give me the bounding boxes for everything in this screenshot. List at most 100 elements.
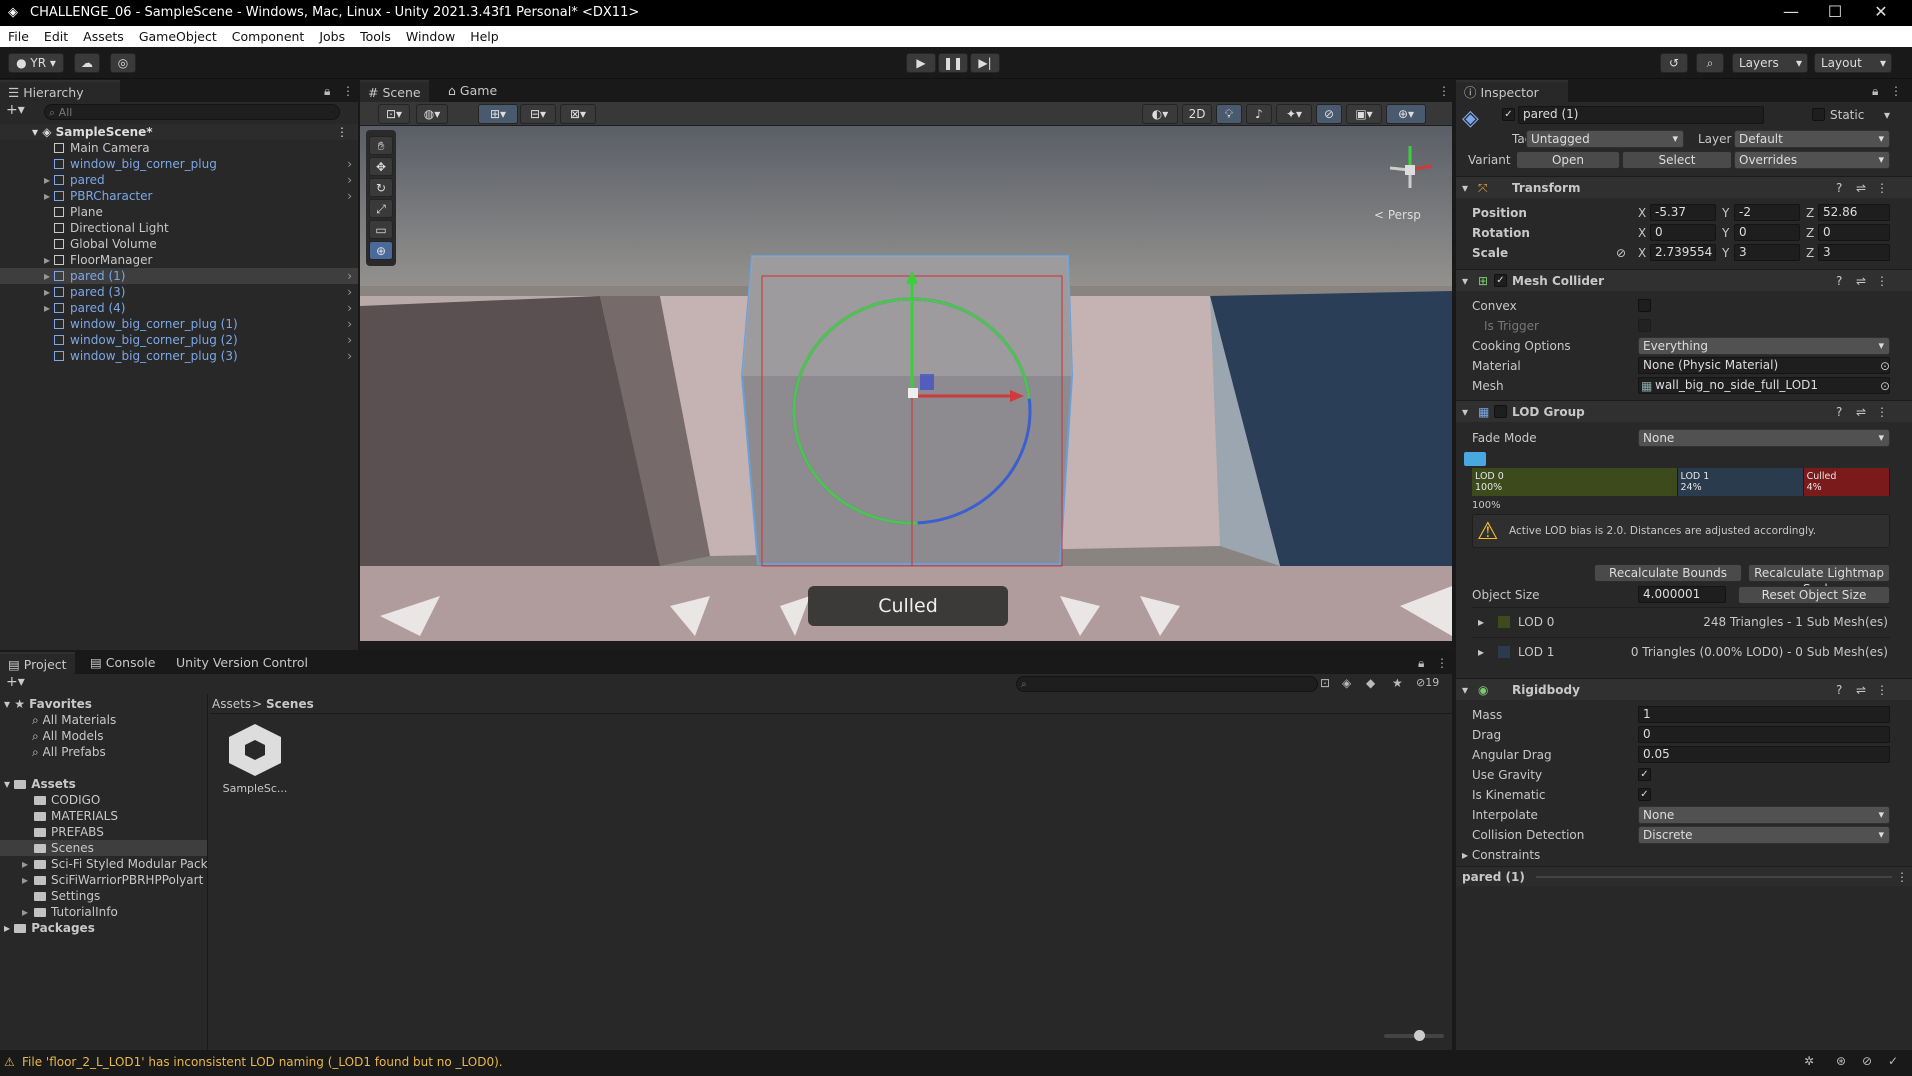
preset-icon[interactable]: ⇌ [1856,404,1866,420]
recalculate-lightmap-button[interactable]: Recalculate Lightmap Scale [1748,564,1890,596]
transform-tool-icon[interactable]: ⊕ [369,241,393,260]
kebab-menu-icon[interactable]: ⋮ [1890,84,1902,98]
convex-checkbox[interactable] [1638,299,1651,312]
help-icon[interactable]: ? [1836,404,1842,420]
position-x-field[interactable]: -5.37 [1650,204,1716,221]
link-icon[interactable]: ⊘ [1616,245,1626,261]
favorite-item[interactable]: ⌕ All Models [0,728,207,744]
hierarchy-item[interactable]: window_big_corner_plug (2) › [0,332,358,348]
hierarchy-item[interactable]: ▸ pared (1) › [0,268,358,284]
network-icon[interactable]: ⊘ [1862,1054,1872,1068]
recalculate-bounds-button[interactable]: Recalculate Bounds [1594,564,1742,582]
asset-folder[interactable]: MATERIALS [0,808,207,824]
lock-icon[interactable]: 🔒︎ [1418,656,1424,671]
component-menu-icon[interactable]: ⋮ [1876,180,1888,196]
hierarchy-item[interactable]: ▸ pared › [0,172,358,188]
scale-y-field[interactable]: 3 [1734,244,1800,261]
position-y-field[interactable]: -2 [1734,204,1800,221]
menu-file[interactable]: File [0,26,36,44]
help-icon[interactable]: ? [1836,180,1842,196]
asset-folder[interactable]: ▸ SciFiWarriorPBRHPPolyart [0,872,207,888]
hierarchy-item[interactable]: window_big_corner_plug › [0,156,358,172]
hierarchy-search-input[interactable]: ⌕ All [44,104,340,120]
expand-arrow-icon[interactable]: ▸ [22,856,34,872]
fade-mode-dropdown[interactable]: None [1638,429,1890,447]
axis-x-label[interactable]: X [1638,245,1646,261]
tab-project[interactable]: ▤ Project [0,652,75,674]
hierarchy-item[interactable]: window_big_corner_plug (1) › [0,316,358,332]
status-message[interactable]: File 'floor_2_L_LOD1' has inconsistent L… [22,1055,503,1069]
play-button[interactable]: ▶ [906,53,936,73]
effects-icon[interactable]: ✦▾ [1276,104,1312,124]
project-search-input[interactable]: ⌕ [1016,676,1318,692]
tag-dropdown[interactable]: Untagged [1526,130,1684,148]
packages-header[interactable]: ▸ Packages [0,920,207,936]
select-prefab-button[interactable]: Select [1622,151,1732,169]
component-menu-icon[interactable]: ⋮ [1876,404,1888,420]
layer-dropdown[interactable]: Default [1734,130,1890,148]
asset-folder[interactable]: CODIGO [0,792,207,808]
lod-bar[interactable]: LOD 0 100% LOD 1 24% Culled 4% [1472,468,1890,496]
position-z-field[interactable]: 52.86 [1818,204,1890,221]
angular-drag-field[interactable]: 0.05 [1638,746,1890,763]
preset-icon[interactable]: ⇌ [1856,273,1866,289]
mesh-collider-enabled-checkbox[interactable]: ✓ [1494,274,1507,287]
menu-component[interactable]: Component [224,26,312,44]
kebab-menu-icon[interactable]: ⋮ [1438,84,1450,98]
draw-mode-icon[interactable]: ⊡▾ [378,104,410,124]
debug-icon[interactable]: ✲ [1804,1054,1814,1068]
object-picker-icon[interactable]: ⊙ [1880,378,1890,394]
scene-root[interactable]: ▾ ◈ SampleScene* ⋮ [0,124,358,140]
rotation-z-field[interactable]: 0 [1818,224,1890,241]
menu-gameobject[interactable]: GameObject [131,26,224,44]
asset-folder[interactable]: Scenes [0,840,207,856]
pause-button[interactable]: ❚❚ [938,53,968,73]
axis-z-label[interactable]: Z [1806,245,1814,261]
hierarchy-item[interactable]: ▸ pared (4) › [0,300,358,316]
asset-folder[interactable]: PREFABS [0,824,207,840]
lod-bar-segment[interactable]: LOD 0 100% [1472,468,1678,496]
hierarchy-item[interactable]: ▸ FloorManager [0,252,358,268]
cloud-icon[interactable]: ☁ [74,53,100,73]
search-icon[interactable]: ⌕ [1696,53,1724,73]
prefab-open-icon[interactable]: › [347,156,352,172]
grid-icon[interactable]: ⊟▾ [520,104,556,124]
object-name-field[interactable]: pared (1) [1518,106,1764,124]
create-button[interactable]: +▾ [6,674,25,690]
hierarchy-item[interactable]: Directional Light [0,220,358,236]
open-prefab-button[interactable]: Open [1516,151,1620,169]
kebab-menu-icon[interactable]: ⋮ [342,84,354,98]
active-checkbox[interactable]: ✓ [1502,108,1515,121]
type-filter-icon[interactable]: ◈ [1342,676,1351,690]
overrides-dropdown[interactable]: Overrides [1734,151,1890,169]
menu-jobs[interactable]: Jobs [311,26,352,44]
grid-snap-icon[interactable]: ⊞▾ [478,104,518,124]
expand-arrow-icon[interactable]: ▸ [44,252,50,268]
expand-arrow-icon[interactable]: ▸ [44,188,50,204]
history-icon[interactable]: ↺ [1660,53,1688,73]
is-kinematic-checkbox[interactable]: ✓ [1638,788,1651,801]
interpolate-dropdown[interactable]: None [1638,806,1890,824]
step-button[interactable]: ▶| [970,53,1000,73]
cooking-options-dropdown[interactable]: Everything [1638,337,1890,355]
tab-hierarchy[interactable]: ☰ Hierarchy [0,80,120,102]
tab-game[interactable]: ⌂ Game [440,80,505,102]
audio-icon[interactable]: ♪ [1246,104,1272,124]
move-tool-icon[interactable]: ✥ [369,157,393,176]
prefab-open-icon[interactable]: › [347,332,352,348]
menu-edit[interactable]: Edit [36,26,75,44]
breadcrumb-scenes[interactable]: Scenes [266,696,314,712]
lock-icon[interactable]: 🔒︎ [324,84,330,99]
drag-field[interactable]: 0 [1638,726,1890,743]
zoom-slider-handle[interactable] [1414,1030,1425,1041]
reset-object-size-button[interactable]: Reset Object Size [1738,586,1890,604]
zoom-slider[interactable] [1384,1030,1444,1041]
visibility-icon[interactable]: ⊘ [1316,104,1342,124]
expand-arrow-icon[interactable]: ▸ [22,872,34,888]
layout-dropdown[interactable]: Layout ▾ [1814,53,1892,73]
prefab-open-icon[interactable]: › [347,268,352,284]
breadcrumb-assets[interactable]: Assets [212,696,251,712]
constraints-foldout[interactable]: ▸ Constraints [1462,847,1540,863]
mesh-field[interactable]: wall_big_no_side_full_LOD1 [1638,377,1890,394]
collision-detection-dropdown[interactable]: Discrete [1638,826,1890,844]
